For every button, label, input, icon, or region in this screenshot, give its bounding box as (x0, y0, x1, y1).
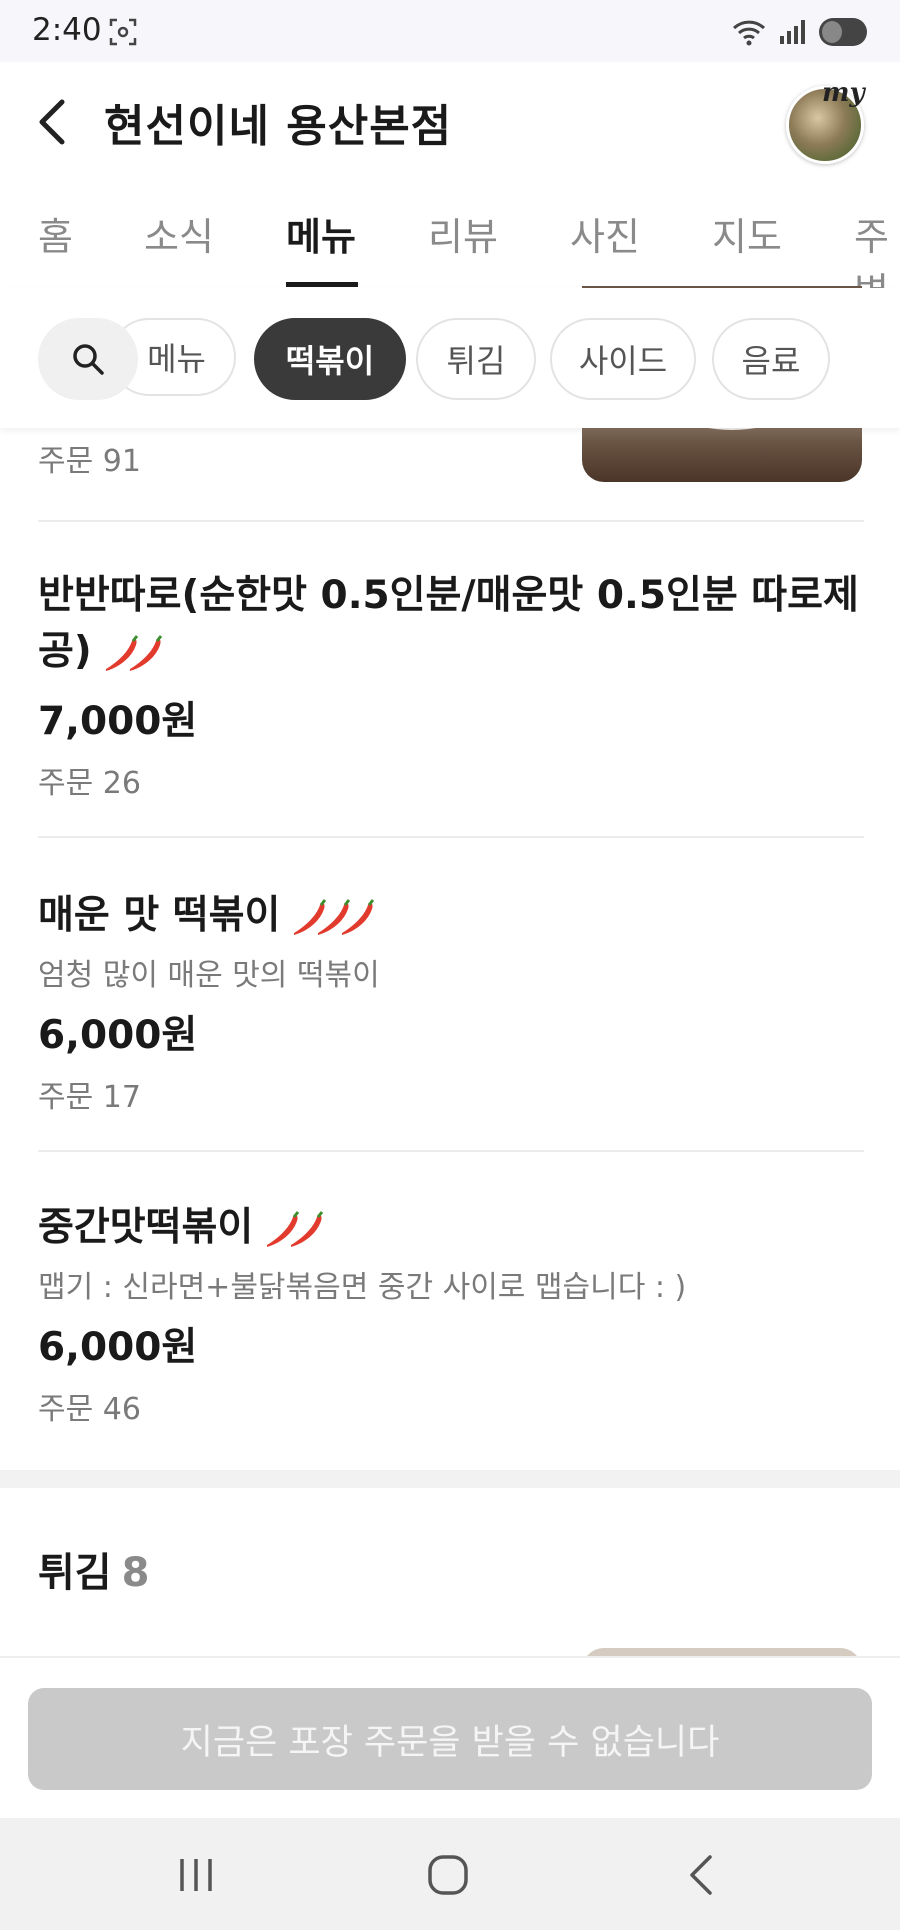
section-title-fried: 튀김 8 (38, 1540, 149, 1598)
menu-item-half-half[interactable]: 반반따로(순한맛 0.5인분/매운맛 0.5인분 따로제공) 7,000원 주문… (38, 568, 864, 802)
home-icon (428, 1855, 468, 1895)
chili-pepper-icon (267, 1210, 324, 1247)
home-button[interactable] (418, 1848, 478, 1902)
store-tabs: 홈 소식 메뉴 리뷰 사진 지도 주변 (0, 180, 900, 314)
chip-tteokbokki[interactable]: 떡볶이 (254, 318, 406, 400)
screenshot-icon (109, 18, 137, 46)
store-name: 현선이네 용산본점 (104, 101, 453, 152)
item-divider (38, 836, 864, 838)
category-chip-bar: 메뉴 떡볶이 튀김 사이드 음료 (0, 288, 900, 428)
wifi-icon (732, 20, 766, 46)
section-item-count: 8 (121, 1550, 150, 1596)
tab-news[interactable]: 소식 (144, 206, 214, 261)
previous-item-orders: 주문 91 (38, 444, 141, 479)
menu-item-title: 중간맛떡볶이 (38, 1200, 864, 1256)
menu-item-title: 반반따로(순한맛 0.5인분/매운맛 0.5인분 따로제공) (38, 568, 864, 680)
system-back-button[interactable] (672, 1848, 732, 1902)
chip-drinks[interactable]: 음료 (712, 318, 830, 400)
recent-apps-icon (180, 1859, 212, 1891)
store-header: 현선이네 용산본점 my (0, 62, 900, 180)
battery-icon (819, 18, 867, 46)
chili-pepper-icon (294, 898, 375, 935)
tab-reviews[interactable]: 리뷰 (428, 206, 498, 261)
tab-photos[interactable]: 사진 (570, 206, 640, 261)
menu-item-medium-tteokbokki[interactable]: 중간맛떡볶이 맵기 : 신라면+불닭볶음면 중간 사이로 맵습니다 : ) 6,… (38, 1200, 864, 1428)
menu-item-price: 7,000원 (38, 699, 198, 744)
menu-item-description: 맵기 : 신라면+불닭볶음면 중간 사이로 맵습니다 : ) (38, 1270, 687, 1305)
order-button-label: 지금은 포장 주문을 받을 수 없습니다 (180, 1722, 720, 1763)
tab-menu[interactable]: 메뉴 (286, 206, 356, 261)
menu-item-orders: 주문 17 (38, 1080, 141, 1115)
chip-fried[interactable]: 튀김 (416, 318, 536, 400)
status-bar: 2:40 (0, 0, 900, 62)
chip-menu-label: 메뉴 (147, 340, 206, 378)
system-nav-bar (0, 1818, 900, 1930)
back-arrow-icon[interactable] (30, 92, 80, 152)
status-icons (732, 17, 870, 47)
item-divider (38, 1150, 864, 1152)
menu-item-spicy-tteokbokki[interactable]: 매운 맛 떡볶이 엄청 많이 매운 맛의 떡볶이 6,000원 주문 17 (38, 888, 864, 1116)
recent-apps-button[interactable] (166, 1848, 226, 1902)
search-icon (73, 344, 104, 375)
menu-item-title: 매운 맛 떡볶이 (38, 888, 864, 944)
status-time: 2:40 (32, 12, 102, 48)
menu-item-price: 6,000원 (38, 1325, 198, 1370)
menu-item-orders: 주문 26 (38, 766, 141, 801)
menu-item-orders: 주문 46 (38, 1392, 141, 1427)
order-bar: 지금은 포장 주문을 받을 수 없습니다 (0, 1656, 900, 1820)
active-tab-indicator (286, 282, 358, 287)
section-separator (0, 1470, 900, 1488)
chili-pepper-icon (105, 634, 162, 671)
menu-item-name: 중간맛떡볶이 (38, 1205, 254, 1250)
chip-fried-label: 튀김 (446, 342, 506, 380)
chip-tteokbokki-label: 떡볶이 (285, 342, 375, 380)
tab-home[interactable]: 홈 (38, 206, 73, 261)
menu-item-name: 매운 맛 떡볶이 (38, 893, 281, 938)
menu-search-button[interactable] (38, 318, 138, 400)
chip-side-label: 사이드 (578, 342, 668, 380)
menu-item-description: 엄청 많이 매운 맛의 떡볶이 (38, 958, 380, 993)
section-title-label: 튀김 (38, 1550, 112, 1596)
takeout-order-button[interactable]: 지금은 포장 주문을 받을 수 없습니다 (28, 1688, 872, 1790)
tab-map[interactable]: 지도 (712, 206, 782, 261)
my-badge: my (822, 78, 865, 108)
item-divider (38, 520, 864, 522)
signal-icon (780, 20, 805, 44)
chip-drinks-label: 음료 (741, 342, 801, 380)
chip-side[interactable]: 사이드 (550, 318, 696, 400)
back-icon (690, 1855, 712, 1895)
menu-item-price: 6,000원 (38, 1013, 198, 1058)
